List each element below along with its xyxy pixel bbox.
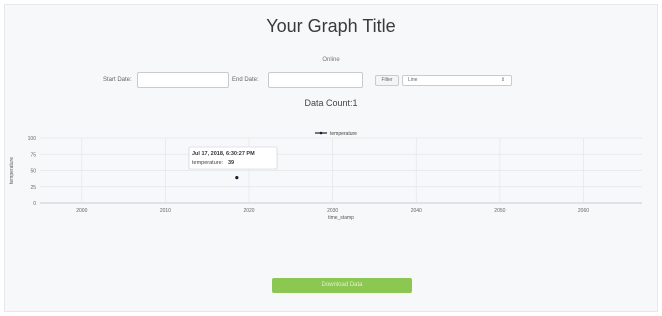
start-date-label: Start Date: bbox=[103, 77, 132, 83]
chart-tooltip: Jul 17, 2018, 6:30:27 PM temperature: 39 bbox=[188, 146, 278, 170]
x-tick-label: 2000 bbox=[76, 208, 87, 214]
y-tick-label: 75 bbox=[30, 152, 36, 158]
y-axis-title: temperature bbox=[9, 157, 15, 184]
line-chart: 0 25 50 75 100 2000 2010 2020 2030 2040 2050 2060 ti… bbox=[9, 131, 642, 221]
end-date-input[interactable] bbox=[268, 72, 363, 88]
chart-axes: 0 25 50 75 100 2000 2010 2020 2030 2040 2050 2060 ti… bbox=[9, 136, 589, 221]
y-tick-label: 0 bbox=[33, 201, 36, 207]
chart-type-value: Line bbox=[408, 77, 418, 83]
select-arrow-icon: ⇕ bbox=[500, 77, 505, 83]
x-tick-label: 2060 bbox=[578, 208, 589, 214]
download-data-button[interactable]: Download Data bbox=[272, 278, 412, 293]
tooltip-label: temperature: bbox=[192, 160, 224, 166]
x-tick-label: 2020 bbox=[243, 208, 254, 214]
chart-legend[interactable]: temperature bbox=[315, 131, 357, 137]
y-tick-label: 50 bbox=[30, 169, 36, 175]
tooltip-header: Jul 17, 2018, 6:30:27 PM bbox=[192, 151, 255, 157]
y-tick-label: 25 bbox=[30, 185, 36, 191]
x-axis-title: time_stamp bbox=[328, 215, 354, 221]
data-point bbox=[235, 176, 239, 180]
x-tick-label: 2040 bbox=[411, 208, 422, 214]
end-date-label: End Date: bbox=[232, 77, 259, 83]
connection-status: Online bbox=[322, 57, 340, 63]
filter-bar: Start Date: End Date: Filter Line ⇕ bbox=[0, 72, 662, 88]
x-tick-label: 2030 bbox=[327, 208, 338, 214]
x-tick-label: 2050 bbox=[494, 208, 505, 214]
chart-type-select[interactable]: Line ⇕ bbox=[402, 75, 512, 86]
filter-button[interactable]: Filter bbox=[375, 75, 399, 86]
chart-grid bbox=[40, 137, 642, 204]
y-tick-label: 100 bbox=[28, 136, 37, 142]
page-title: Your Graph Title bbox=[266, 16, 396, 36]
tooltip-value: 39 bbox=[228, 160, 234, 166]
legend-marker bbox=[319, 131, 323, 135]
chart-series bbox=[235, 176, 239, 180]
legend-label: temperature bbox=[330, 131, 357, 137]
x-tick-label: 2010 bbox=[160, 208, 171, 214]
data-count: Data Count:1 bbox=[304, 98, 358, 108]
start-date-input[interactable] bbox=[137, 72, 229, 88]
